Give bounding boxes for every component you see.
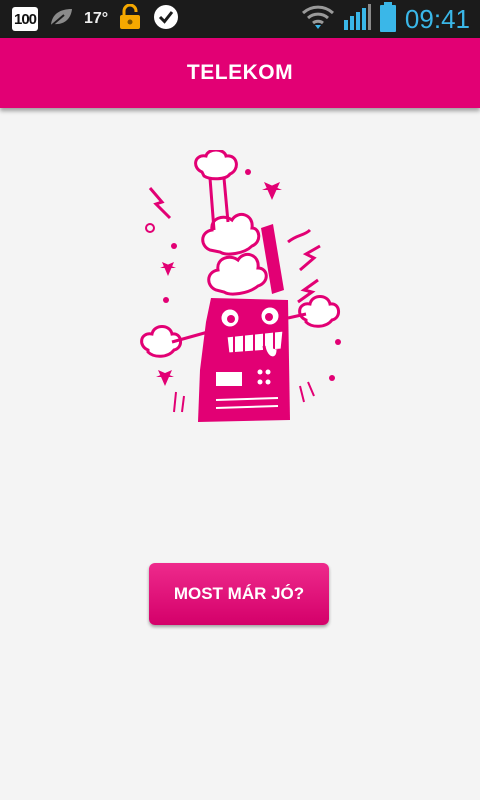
exploding-phone-illustration [140,150,341,422]
status-bar-left: 100 17° [0,0,180,38]
leaf-icon [48,6,74,33]
battery-100-icon: 100 [12,7,38,31]
battery-icon [379,1,397,37]
temperature-text: 17° [84,10,109,27]
check-badge-icon [152,3,180,36]
status-bar: 100 17° 09:41 [0,0,480,38]
retry-button[interactable]: MOST MÁR JÓ? [149,563,329,625]
app-title: TELEKOM [186,61,294,84]
status-bar-right: 09:41 [301,0,480,38]
unlocked-padlock-icon [118,3,142,35]
signal-bars-icon [343,3,371,35]
app-bar: TELEKOM [0,38,480,108]
wifi-icon [301,4,335,35]
clock-text: 09:41 [404,3,470,34]
